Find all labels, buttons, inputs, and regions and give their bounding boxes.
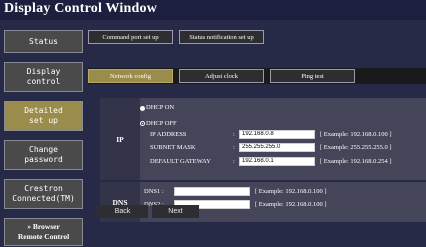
tab-ping-test[interactable]: Ping test bbox=[270, 69, 355, 83]
dhcp-on-label: DHCP ON bbox=[146, 104, 175, 111]
sidebar-item-crestron-connected[interactable]: Crestron Connected(TM) bbox=[4, 179, 83, 209]
sidebar-item-display-control[interactable]: Display control bbox=[4, 62, 83, 92]
dns1-label: DNS1 : bbox=[144, 188, 164, 195]
sidebar-item-detailed-setup[interactable]: Detailed set up bbox=[4, 101, 83, 131]
colon: : bbox=[233, 158, 235, 165]
back-button[interactable]: Back bbox=[97, 205, 148, 218]
subnet-mask-field[interactable]: 255.255.255.0 bbox=[239, 143, 315, 152]
dns1-field[interactable] bbox=[174, 187, 250, 196]
dhcp-off-radio[interactable] bbox=[140, 121, 145, 126]
tab-adjust-clock[interactable]: Adjust clock bbox=[179, 69, 264, 83]
sidebar-item-change-password[interactable]: Change password bbox=[4, 140, 83, 170]
dhcp-on-radio[interactable] bbox=[140, 106, 145, 111]
title-bar: Display Control Window bbox=[0, 0, 426, 20]
ip-address-example: [ Example: 192.168.0.100 ] bbox=[320, 131, 392, 138]
ip-address-label: IP ADDRESS bbox=[150, 131, 187, 138]
tab-command-port-setup[interactable]: Command port set up bbox=[88, 30, 173, 44]
dns1-example: [ Example: 192.168.0.100 ] bbox=[255, 188, 327, 195]
subnet-mask-label: SUBNET MASK bbox=[150, 144, 196, 151]
sidebar: Status Display control Detailed set up C… bbox=[4, 24, 83, 247]
subnet-mask-example: [ Example: 255.255.255.0 ] bbox=[320, 144, 392, 151]
sidebar-item-browser-remote-control[interactable]: » Browser Remote Control bbox=[4, 218, 83, 246]
network-config-panel: IP DHCP ON DHCP OFF IP ADDRESS : 192.168… bbox=[100, 98, 426, 222]
ip-row-body: DHCP ON DHCP OFF IP ADDRESS : 192.168.0.… bbox=[140, 98, 426, 180]
window-title: Display Control Window bbox=[4, 1, 157, 16]
dhcp-off-label: DHCP OFF bbox=[146, 120, 177, 127]
main-content: Command port set up Status notification … bbox=[88, 22, 426, 247]
default-gateway-example: [ Example: 192.168.0.254 ] bbox=[320, 158, 392, 165]
tab-status-notification-setup[interactable]: Status notification set up bbox=[179, 30, 264, 44]
colon: : bbox=[233, 144, 235, 151]
default-gateway-label: DEFAULT GATEWAY bbox=[150, 158, 211, 165]
sidebar-item-status[interactable]: Status bbox=[4, 30, 83, 53]
default-gateway-field[interactable]: 192.168.0.1 bbox=[239, 157, 315, 166]
ip-address-field[interactable]: 192.168.0.8 bbox=[239, 130, 315, 139]
colon: : bbox=[233, 131, 235, 138]
tab-network-config[interactable]: Network config bbox=[88, 69, 173, 83]
ip-row-header: IP bbox=[100, 98, 140, 180]
next-button[interactable]: Next bbox=[152, 205, 199, 218]
dns2-example: [ Example: 192.168.0.100 ] bbox=[255, 201, 327, 208]
